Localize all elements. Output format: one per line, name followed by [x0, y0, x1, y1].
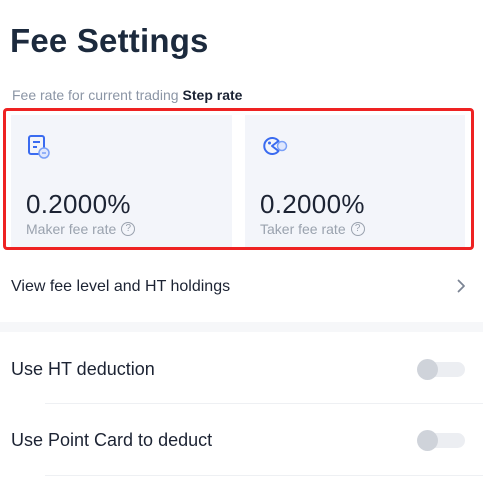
point-card-label: Use Point Card to deduct	[11, 429, 213, 450]
highlight-frame	[3, 108, 474, 250]
setting-row-point-card: Use Point Card to deduct	[0, 415, 483, 465]
section-separator	[0, 322, 483, 332]
fee-level-link-label: View fee level and HT holdings	[11, 277, 231, 295]
ht-deduction-label: Use HT deduction	[11, 358, 155, 379]
page-title: Fee Settings	[10, 22, 209, 59]
setting-row-ht-deduction: Use HT deduction	[0, 344, 483, 394]
row-divider	[45, 403, 483, 404]
fee-rate-caption-text: Fee rate for current trading	[12, 87, 179, 103]
point-card-toggle[interactable]	[417, 430, 465, 451]
toggle-knob	[417, 359, 438, 380]
fee-level-link[interactable]: View fee level and HT holdings	[0, 264, 483, 309]
ht-deduction-toggle[interactable]	[417, 359, 465, 380]
fee-rate-mode: Step rate	[182, 87, 243, 103]
chevron-right-icon	[457, 279, 465, 293]
fee-rate-caption: Fee rate for current trading Step rate	[12, 87, 242, 103]
toggle-knob	[417, 430, 438, 451]
row-divider	[45, 475, 483, 476]
